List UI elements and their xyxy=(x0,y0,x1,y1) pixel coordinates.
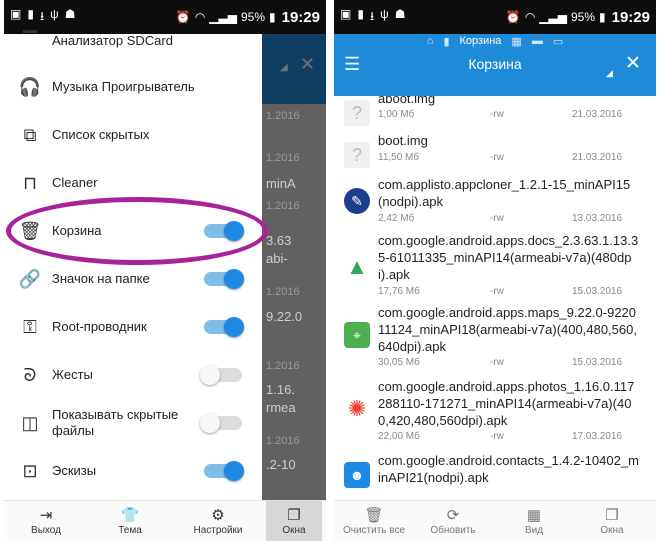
drawer-item-hidden-list[interactable]: ⧉ Список скрытых xyxy=(4,111,262,159)
gallery-icon: ▣ xyxy=(340,6,352,21)
usb-icon: ψ xyxy=(380,6,389,21)
windows-button[interactable]: ❐ Окна xyxy=(584,501,640,541)
theme-button[interactable]: 👕 Тема xyxy=(102,501,158,541)
list-item[interactable]: ⌖ com.google.android.apps.maps_9.22.0-92… xyxy=(334,300,656,374)
bg-date: 1.2016 xyxy=(266,110,300,122)
hidden-list-icon: ⧉ xyxy=(23,124,37,145)
list-item[interactable]: ? boot.img 11,50 Мб -rw 21.03.2016 xyxy=(334,133,656,178)
battery-percent: 95% xyxy=(570,10,596,24)
download-icon: ⭳ xyxy=(369,8,375,23)
list-item[interactable]: ▲ com.google.android.apps.docs_2.3.63.1.… xyxy=(334,233,656,300)
google-photos-icon: ✺ xyxy=(344,396,370,422)
windows-icon: ❐ xyxy=(605,507,619,524)
app-bar: ⌂ ▮ Корзина ▦ ▬ ▭ ☰ Корзина ◢ ✕ xyxy=(334,34,656,96)
drawer-item-root-explorer[interactable]: ⚿ Root-проводник xyxy=(4,303,262,351)
appcloner-icon: ✎ xyxy=(344,188,370,214)
headphones-icon: 🎧 xyxy=(18,76,42,97)
navigation-drawer: ▔ Анализатор SDCard 🎧 Музыка Проигрывате… xyxy=(4,31,262,500)
gear-icon: ⚙ xyxy=(211,507,225,524)
cleaner-icon: ⊓ xyxy=(22,172,38,193)
notification-icons: ▣ ▮ ⭳ ψ ☗ xyxy=(340,7,405,28)
exit-button[interactable]: ⇥ Выход xyxy=(18,501,74,541)
bg-date: 1.2016 xyxy=(266,360,300,372)
path-segment[interactable]: Корзина xyxy=(460,35,502,47)
gestures-toggle[interactable] xyxy=(200,365,244,385)
link-icon: 🔗 xyxy=(18,268,42,289)
thumbnails-icon: ⊡ xyxy=(22,460,38,481)
root-icon: ⚿ xyxy=(23,316,37,337)
path-bar: ⌂ ▮ Корзина ▦ ▬ ▭ xyxy=(334,34,656,48)
windows-icon: ❐ xyxy=(287,507,301,524)
google-drive-icon: ▲ xyxy=(344,254,370,280)
clock: 19:29 xyxy=(611,8,650,26)
list-item[interactable]: ✎ com.applisto.appcloner_1.2.1-15_minAPI… xyxy=(334,177,656,234)
thumbnails-toggle[interactable] xyxy=(200,461,244,481)
bg-partial: 3.63 xyxy=(266,233,292,248)
shirt-icon: 👕 xyxy=(120,507,140,524)
google-maps-icon: ⌖ xyxy=(344,322,370,348)
sim-icon: ▮ xyxy=(357,6,364,21)
bg-partial: 1.16. xyxy=(266,382,295,397)
bg-partial: minA xyxy=(266,176,296,191)
close-icon[interactable]: ✕ xyxy=(625,52,641,75)
annotation-ellipse xyxy=(6,197,268,265)
bg-partial: 9.22.0 xyxy=(266,309,303,324)
folder-badge-toggle[interactable] xyxy=(200,269,244,289)
drawer-item-show-hidden[interactable]: ◫ Показывать скрытые файлы xyxy=(4,399,262,447)
android-icon: ☗ xyxy=(394,6,406,21)
clock: 19:29 xyxy=(281,8,320,26)
battery-icon: ▮ xyxy=(269,10,276,24)
list-item[interactable]: ✺ com.google.android.apps.photos_1.16.0.… xyxy=(334,374,656,448)
grid-view-icon: ▦ xyxy=(526,507,542,524)
show-hidden-toggle[interactable] xyxy=(200,413,244,433)
gesture-icon: ᘐ xyxy=(23,364,37,385)
clear-all-button[interactable]: 🗑 Очистить все xyxy=(336,501,412,541)
bg-partial: .2-10 xyxy=(266,457,296,472)
drawer-item-gestures[interactable]: ᘐ Жесты xyxy=(4,351,262,399)
grid-icon: ▦ xyxy=(511,35,522,48)
bottom-toolbar: 🗑 Очистить все ⟳ Обновить ▦ Вид ❐ Окна xyxy=(334,500,656,541)
bottom-toolbar: ⇥ Выход 👕 Тема ⚙ Настройки ❐ Окна xyxy=(4,500,326,541)
window-icon: ▭ xyxy=(552,35,564,48)
alarm-icon: ⏰ xyxy=(505,10,521,24)
view-button[interactable]: ▦ Вид xyxy=(506,501,562,541)
right-screenshot: ▣ ▮ ⭳ ψ ☗ ⏰ ◠ ▁▃▅ 95% ▮ 19:29 ⌂ ▮ Корзин… xyxy=(334,0,656,541)
wifi-icon: ◠ xyxy=(524,10,536,24)
signal-icon: ▁▃▅ xyxy=(539,10,567,24)
bg-partial: rmea xyxy=(266,400,296,415)
file-generic-icon: ? xyxy=(344,142,370,168)
settings-button[interactable]: ⚙ Настройки xyxy=(186,501,250,541)
refresh-icon: ⟳ xyxy=(446,507,460,524)
refresh-button[interactable]: ⟳ Обновить xyxy=(418,501,488,541)
path-segment-icon: ▮ xyxy=(443,35,450,48)
show-hidden-icon: ◫ xyxy=(21,412,39,433)
drawer-item-music-player[interactable]: 🎧 Музыка Проигрыватель xyxy=(4,63,262,111)
bg-partial: abi- xyxy=(266,251,288,266)
battery-icon: ▮ xyxy=(599,10,606,24)
file-generic-icon: ? xyxy=(344,100,370,126)
list-item[interactable]: ☻ com.google.android.contacts_1.4.2-1040… xyxy=(334,448,656,500)
drawer-item-thumbnails[interactable]: ⊡ Эскизы xyxy=(4,447,262,495)
file-list: ? aboot.img 1,00 Мб -rw 21.03.2016 ? boo… xyxy=(334,96,656,500)
windows-button[interactable]: ❐ Окна xyxy=(266,501,322,541)
trash-icon: 🗑 xyxy=(364,507,384,524)
root-explorer-toggle[interactable] xyxy=(200,317,244,337)
contacts-icon: ☻ xyxy=(344,462,370,488)
folder-icon: ▬ xyxy=(531,35,543,47)
home-icon[interactable]: ⌂ xyxy=(427,35,434,47)
bg-date: 1.2016 xyxy=(266,286,300,298)
left-screenshot: ▣ ▮ ⭳ ψ ☗ ⏰ ◠ ▁▃▅ 95% ▮ 19:29 ◢ ✕ 1.2016… xyxy=(4,0,326,541)
sdcard-analyzer-icon: ▔ xyxy=(23,30,37,51)
exit-icon: ⇥ xyxy=(39,507,53,524)
bg-date: 1.2016 xyxy=(266,435,300,447)
drawer-item-sdcard-analyzer[interactable]: ▔ Анализатор SDCard xyxy=(4,17,262,65)
dropdown-icon[interactable]: ◢ xyxy=(606,68,613,79)
status-bar: ▣ ▮ ⭳ ψ ☗ ⏰ ◠ ▁▃▅ 95% ▮ 19:29 xyxy=(334,0,656,34)
bg-date: 1.2016 xyxy=(266,152,300,164)
bg-date: 1.2016 xyxy=(266,200,300,212)
